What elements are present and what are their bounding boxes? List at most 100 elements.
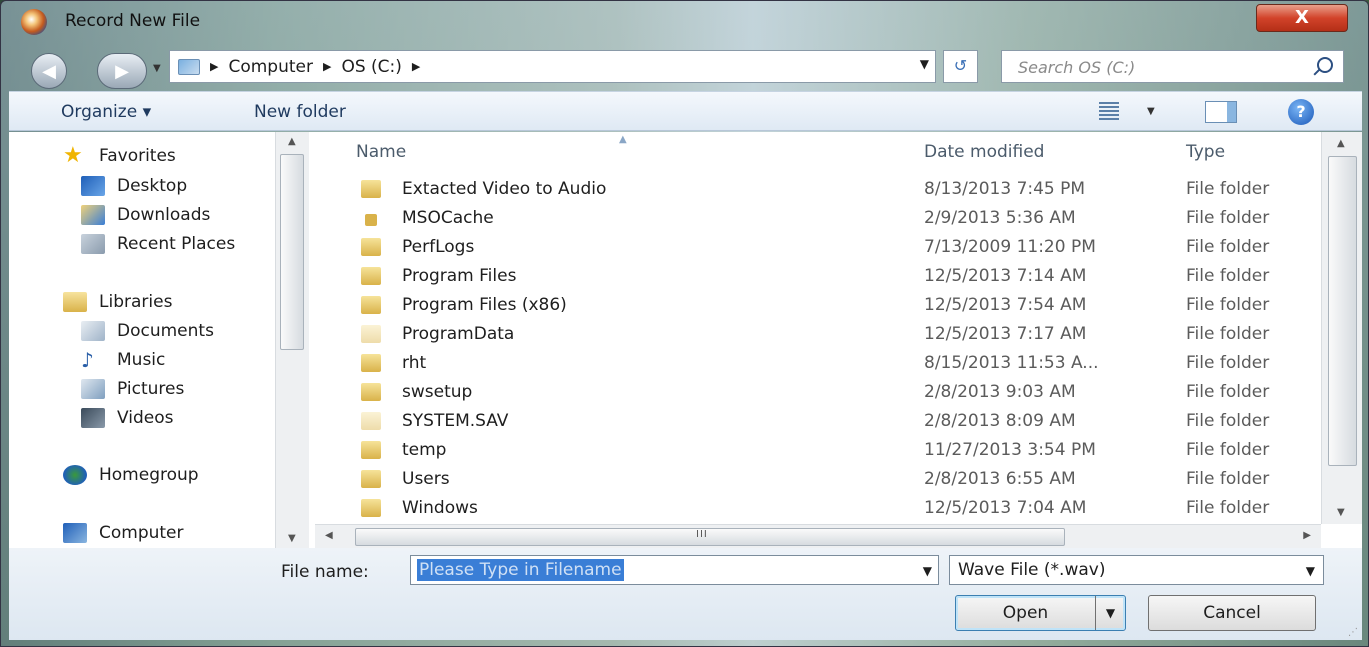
- table-row[interactable]: temp 11/27/2013 3:54 PM File folder: [309, 437, 1309, 466]
- date-modified-cell: 2/8/2013 8:09 AM: [924, 411, 1076, 431]
- file-name-cell: rht: [402, 353, 427, 373]
- type-cell: File folder: [1186, 353, 1270, 373]
- scroll-up-arrow-icon[interactable]: ▲: [288, 136, 296, 147]
- table-row[interactable]: MSOCache 2/9/2013 5:36 AM File folder: [309, 205, 1309, 234]
- breadcrumb-os-c[interactable]: OS (C:): [341, 57, 401, 77]
- table-row[interactable]: Users 2/8/2013 6:55 AM File folder: [309, 466, 1309, 495]
- help-icon[interactable]: ?: [1288, 99, 1314, 125]
- nav-downloads[interactable]: Downloads: [81, 205, 210, 225]
- downloads-folder-icon: [81, 205, 105, 225]
- file-name-cell: temp: [402, 440, 447, 460]
- column-header-date-modified[interactable]: Date modified: [924, 142, 1044, 162]
- file-name-cell: MSOCache: [402, 208, 494, 228]
- navigation-pane: ★ Favorites Desktop Downloads Recent Pla…: [9, 132, 309, 548]
- refresh-button[interactable]: ↺: [943, 50, 978, 83]
- nav-libraries[interactable]: Libraries: [63, 292, 172, 312]
- date-modified-cell: 2/8/2013 9:03 AM: [924, 382, 1076, 402]
- folder-icon: [361, 470, 381, 488]
- table-row[interactable]: rht 8/15/2013 11:53 A... File folder: [309, 350, 1309, 379]
- type-cell: File folder: [1186, 266, 1270, 286]
- address-dropdown-icon[interactable]: ▼: [920, 57, 929, 71]
- scroll-down-arrow-icon[interactable]: ▼: [1337, 507, 1345, 518]
- scrollbar-thumb[interactable]: [1328, 156, 1357, 466]
- back-button[interactable]: ◀: [31, 53, 67, 89]
- pictures-icon: [81, 379, 105, 399]
- nav-homegroup[interactable]: Homegroup: [63, 465, 199, 485]
- file-name-value[interactable]: Please Type in Filename: [417, 559, 624, 581]
- new-folder-button[interactable]: New folder: [254, 102, 346, 122]
- scroll-left-arrow-icon[interactable]: ◀: [325, 530, 333, 541]
- nav-computer-label: Computer: [99, 523, 184, 543]
- date-modified-cell: 12/5/2013 7:04 AM: [924, 498, 1087, 518]
- music-icon: ♪: [81, 348, 94, 372]
- open-options-dropdown-icon[interactable]: ▼: [1095, 596, 1125, 630]
- file-name-cell: SYSTEM.SAV: [402, 411, 509, 431]
- file-type-select[interactable]: Wave File (*.wav) ▼: [949, 555, 1324, 585]
- organize-menu[interactable]: Organize ▾: [61, 102, 151, 122]
- computer-icon: [63, 523, 87, 543]
- search-placeholder: Search OS (C:): [1018, 58, 1136, 77]
- breadcrumb-separator-icon[interactable]: ▶: [210, 60, 218, 73]
- table-row[interactable]: Program Files 12/5/2013 7:14 AM File folde…: [309, 263, 1309, 292]
- nav-recent-places[interactable]: Recent Places: [81, 234, 235, 254]
- type-cell: File folder: [1186, 208, 1270, 228]
- file-name-cell: Users: [402, 469, 450, 489]
- open-button[interactable]: Open ▼: [955, 595, 1126, 631]
- column-header-type[interactable]: Type: [1186, 142, 1225, 162]
- file-type-dropdown-icon[interactable]: ▼: [1306, 564, 1315, 578]
- file-name-label: File name:: [281, 562, 369, 582]
- file-list-vertical-scrollbar[interactable]: ▲ ▼: [1321, 132, 1362, 524]
- date-modified-cell: 7/13/2009 11:20 PM: [924, 237, 1096, 257]
- breadcrumb-separator-icon[interactable]: ▶: [323, 60, 331, 73]
- column-header-name[interactable]: Name: [356, 142, 406, 162]
- address-bar[interactable]: ▶ Computer ▶ OS (C:) ▶ ▼: [169, 50, 936, 83]
- scroll-down-arrow-icon[interactable]: ▼: [288, 533, 296, 544]
- recent-locations-dropdown-icon[interactable]: ▼: [153, 63, 161, 74]
- nav-favorites-label: Favorites: [99, 146, 176, 166]
- nav-documents[interactable]: Documents: [81, 321, 214, 341]
- scrollbar-thumb[interactable]: [280, 154, 304, 350]
- table-row[interactable]: Windows 12/5/2013 7:04 AM File folder: [309, 495, 1309, 524]
- desktop-icon: [81, 176, 105, 196]
- content-area: ★ Favorites Desktop Downloads Recent Pla…: [9, 132, 1362, 548]
- table-row[interactable]: ProgramData 12/5/2013 7:17 AM File folder: [309, 321, 1309, 350]
- search-input[interactable]: Search OS (C:): [1001, 50, 1344, 83]
- file-list-horizontal-scrollbar[interactable]: ◀ III ▶: [315, 524, 1321, 548]
- change-view-icon[interactable]: [1099, 102, 1119, 120]
- forward-button[interactable]: ▶: [97, 53, 147, 89]
- preview-pane-icon[interactable]: [1205, 101, 1237, 123]
- nav-desktop-label: Desktop: [117, 176, 188, 196]
- nav-desktop[interactable]: Desktop: [81, 176, 187, 196]
- view-options-dropdown-icon[interactable]: ▼: [1147, 106, 1155, 117]
- folder-icon: [361, 267, 381, 285]
- date-modified-cell: 12/5/2013 7:14 AM: [924, 266, 1087, 286]
- nav-computer[interactable]: Computer: [63, 523, 184, 543]
- table-row[interactable]: swsetup 2/8/2013 9:03 AM File folder: [309, 379, 1309, 408]
- nav-music[interactable]: ♪ Music: [81, 350, 165, 370]
- table-row[interactable]: Program Files (x86) 12/5/2013 7:54 AM File…: [309, 292, 1309, 321]
- nav-favorites[interactable]: ★ Favorites: [63, 145, 176, 167]
- record-new-file-dialog: Record New File X ◀ ▶ ▼ ▶ Computer ▶ OS …: [0, 0, 1369, 647]
- nav-videos[interactable]: Videos: [81, 408, 174, 428]
- table-row[interactable]: PerfLogs 7/13/2009 11:20 PM File folder: [309, 234, 1309, 263]
- type-cell: File folder: [1186, 237, 1270, 257]
- type-cell: File folder: [1186, 469, 1270, 489]
- table-row[interactable]: Extacted Video to Audio 8/13/2013 7:45 PM…: [309, 176, 1309, 205]
- cancel-button[interactable]: Cancel: [1148, 595, 1316, 631]
- folder-icon: [361, 354, 381, 372]
- nav-libraries-label: Libraries: [99, 292, 173, 312]
- folder-icon: [361, 499, 381, 517]
- scrollbar-thumb[interactable]: III: [355, 528, 1065, 546]
- table-row[interactable]: SYSTEM.SAV 2/8/2013 8:09 AM File folder: [309, 408, 1309, 437]
- file-name-input[interactable]: Please Type in Filename ▼: [410, 555, 939, 585]
- nav-pictures[interactable]: Pictures: [81, 379, 184, 399]
- navigation-pane-scrollbar[interactable]: ▲ ▼: [275, 132, 309, 548]
- scroll-up-arrow-icon[interactable]: ▲: [1337, 138, 1345, 149]
- scroll-right-arrow-icon[interactable]: ▶: [1303, 530, 1311, 541]
- breadcrumb-computer[interactable]: Computer: [228, 57, 313, 77]
- breadcrumb-separator-icon[interactable]: ▶: [412, 60, 420, 73]
- close-button[interactable]: X: [1256, 4, 1348, 32]
- resize-grip-icon[interactable]: ⋰: [1348, 627, 1358, 638]
- search-icon[interactable]: [1317, 57, 1333, 73]
- file-name-dropdown-icon[interactable]: ▼: [923, 564, 932, 578]
